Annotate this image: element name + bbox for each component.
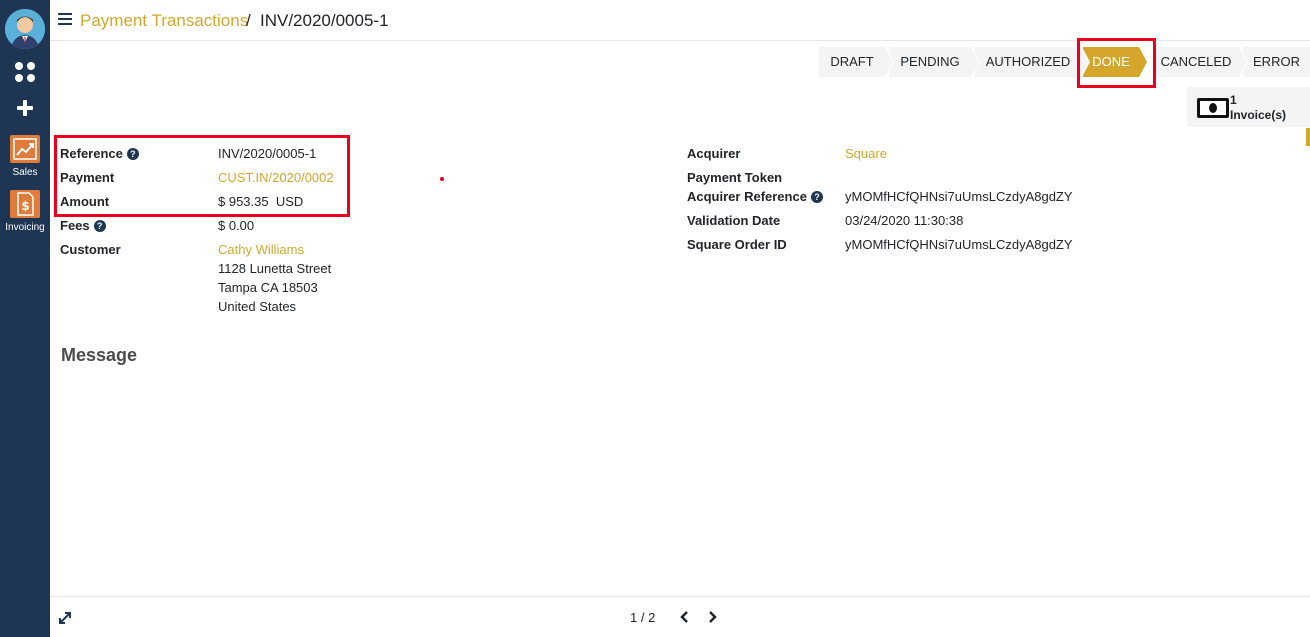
stage-label: DRAFT <box>830 54 874 69</box>
breadcrumb-parent-link[interactable]: Payment Transactions <box>80 11 248 31</box>
customer-label: Customer <box>60 242 121 257</box>
breadcrumb-bar: Payment Transactions / INV/2020/0005-1 <box>50 0 1310 41</box>
help-icon[interactable]: ? <box>93 220 106 232</box>
validation-date-label: Validation Date <box>687 213 781 228</box>
stage-label: AUTHORIZED <box>985 54 1071 69</box>
amount-value: $ 953.35 USD <box>218 194 304 209</box>
customer-street: 1128 Lunetta Street <box>218 261 332 276</box>
status-stage-draft[interactable]: DRAFT <box>819 47 894 77</box>
fees-label: Fees? <box>60 218 106 233</box>
app-sidebar: Sales $ Invoicing <box>0 0 50 637</box>
svg-text:$: $ <box>21 199 29 213</box>
sidebar-app-label: Sales <box>12 167 38 178</box>
customer-city: Tampa CA 18503 <box>218 280 318 295</box>
reference-label-text: Reference <box>60 146 123 161</box>
sidebar-app-label: Invoicing <box>5 222 45 233</box>
hamburger-menu-icon[interactable] <box>58 13 72 25</box>
invoice-count: 1 <box>1230 93 1237 107</box>
payment-link[interactable]: CUST.IN/2020/0002 <box>218 170 334 185</box>
invoice-dollar-icon: $ <box>10 190 40 218</box>
user-avatar[interactable] <box>5 9 45 49</box>
fees-value: $ 0.00 <box>218 218 255 233</box>
expand-arrows-icon[interactable] <box>58 611 72 625</box>
reference-value: INV/2020/0005-1 <box>218 146 317 161</box>
status-stage-pending[interactable]: PENDING <box>889 47 980 77</box>
customer-country: United States <box>218 299 297 314</box>
new-plus-icon[interactable] <box>15 98 35 118</box>
acquirer-reference-label: Acquirer Reference? <box>687 189 823 204</box>
invoice-count-label: Invoice(s) <box>1230 108 1287 122</box>
help-icon[interactable]: ? <box>810 191 823 203</box>
breadcrumb-current: INV/2020/0005-1 <box>260 11 389 30</box>
money-bill-icon <box>1197 98 1229 118</box>
status-stage-canceled[interactable]: CANCELED <box>1153 47 1248 77</box>
payment-token-label: Payment Token <box>687 170 783 185</box>
sidebar-app-sales[interactable]: Sales <box>0 135 50 178</box>
square-order-id-label: Square Order ID <box>687 237 787 252</box>
sidebar-app-invoicing[interactable]: $ Invoicing <box>0 190 50 233</box>
stage-label: CANCELED <box>1160 54 1232 69</box>
payment-label: Payment <box>60 170 115 185</box>
chevron-right-icon[interactable] <box>704 609 720 625</box>
help-icon[interactable]: ? <box>126 148 139 160</box>
invoices-smart-button[interactable]: 1 Invoice(s) <box>1187 87 1310 127</box>
breadcrumb-separator: / <box>246 11 251 30</box>
status-stage-authorized[interactable]: AUTHORIZED <box>975 47 1090 77</box>
amount-label: Amount <box>60 194 110 209</box>
customer-link[interactable]: Cathy Williams <box>218 242 304 257</box>
message-section-title: Message <box>61 345 138 365</box>
bottom-bar: 1 / 2 <box>50 596 1310 637</box>
fees-label-text: Fees <box>60 218 90 233</box>
acquirer-link[interactable]: Square <box>845 146 887 161</box>
status-stage-error[interactable]: ERROR <box>1243 47 1310 77</box>
acquirer-reference-value: yMOMfHCfQHNsi7uUmsLCzdyA8gdZY <box>845 189 1073 204</box>
pager-value[interactable]: 1 / 2 <box>630 610 655 625</box>
square-order-id-value: yMOMfHCfQHNsi7uUmsLCzdyA8gdZY <box>845 237 1073 252</box>
apps-grid-icon[interactable] <box>15 62 35 82</box>
chevron-left-icon[interactable] <box>677 609 693 625</box>
cursor-marker <box>440 177 444 181</box>
acquirer-label: Acquirer <box>687 146 741 161</box>
status-bar: DRAFT PENDING AUTHORIZED DONE CANCELED E… <box>819 47 1310 77</box>
validation-date-value: 03/24/2020 11:30:38 <box>845 213 964 228</box>
acquirer-reference-label-text: Acquirer Reference <box>687 189 807 204</box>
stage-label: ERROR <box>1253 54 1300 69</box>
reference-label: Reference? <box>60 146 139 161</box>
sales-chart-icon <box>10 135 40 163</box>
stage-label: PENDING <box>900 54 960 69</box>
scroll-indicator <box>1306 128 1310 146</box>
